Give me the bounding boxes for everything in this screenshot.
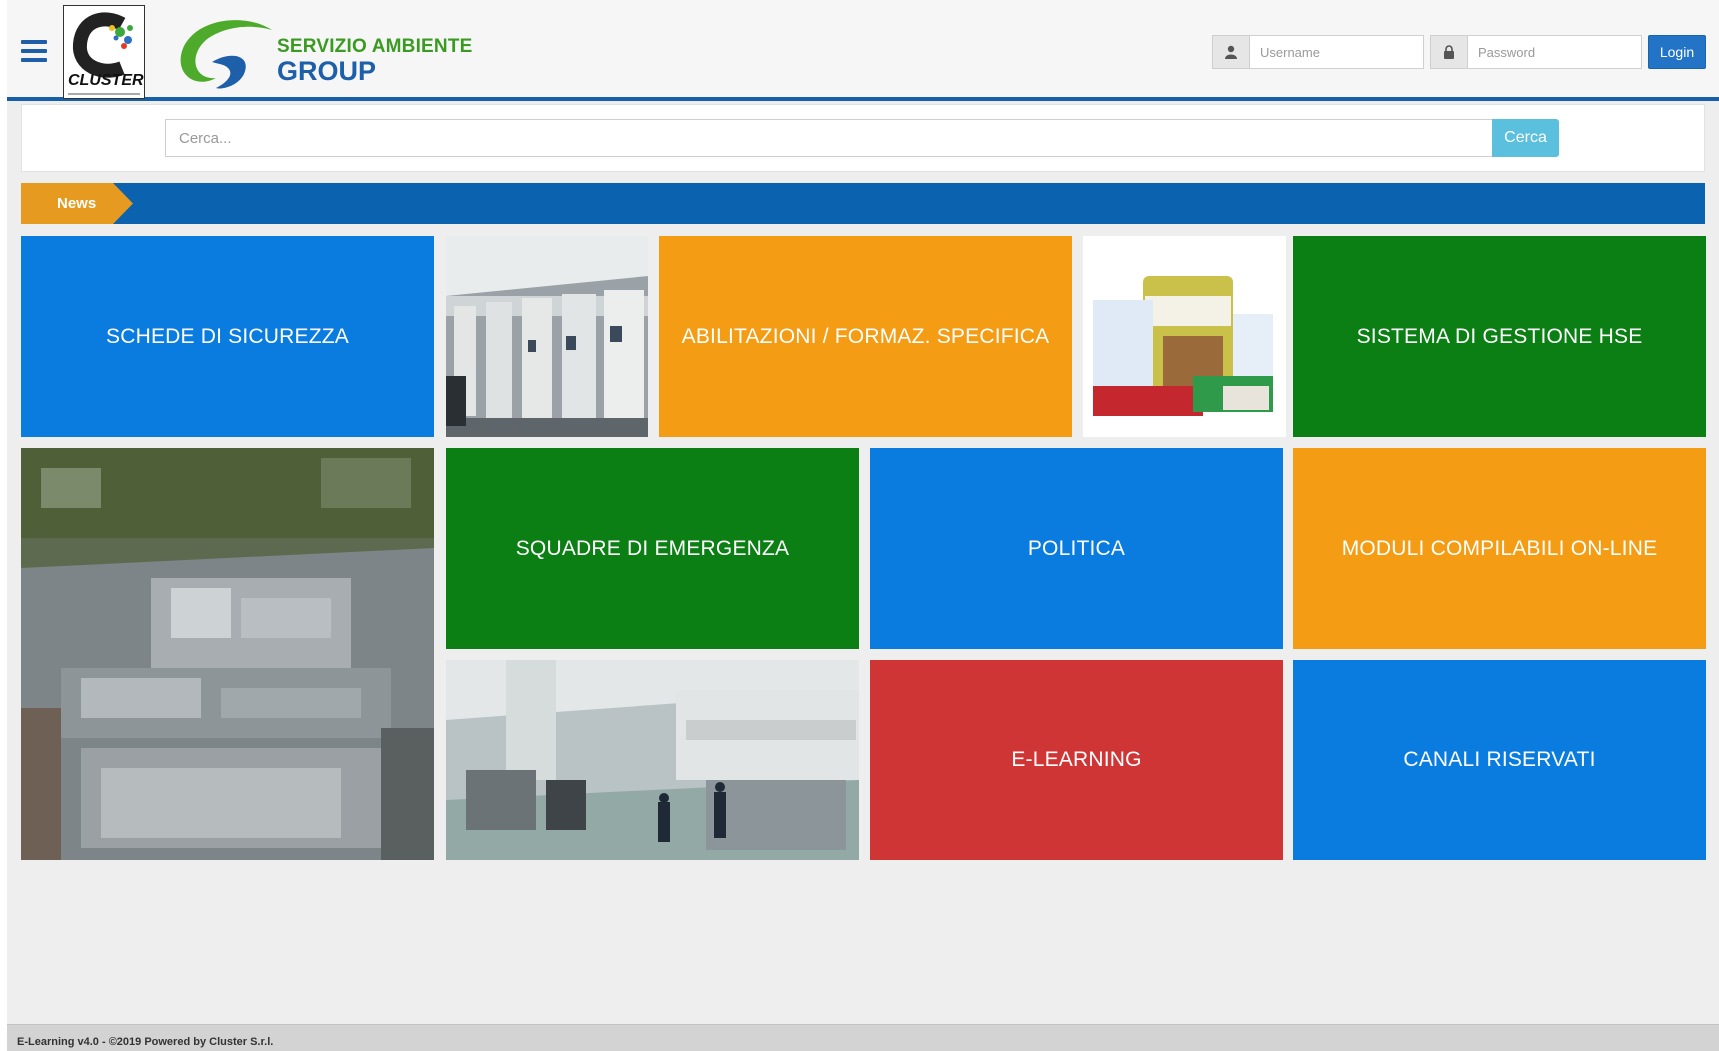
login-button[interactable]: Login [1648,35,1706,69]
tile-sistema-di-gestione-hse[interactable]: SISTEMA DI GESTIONE HSE [1293,236,1706,437]
footer-text: E-Learning v4.0 - ©2019 Powered by Clust… [17,1036,274,1048]
tile-politica[interactable]: POLITICA [870,448,1283,649]
tile-e-learning[interactable]: E-LEARNING [870,660,1283,860]
header: CLUSTER SERVIZIO AMBIENTE GROUP Login [7,0,1719,101]
lock-icon [1430,35,1468,69]
search-panel: Cerca [21,104,1705,172]
production-floor-image[interactable] [446,660,859,860]
tile-moduli-compilabili-on-line[interactable]: MODULI COMPILABILI ON-LINE [1293,448,1706,649]
food-products-image[interactable] [1083,236,1286,437]
cluster-logo[interactable]: CLUSTER [63,5,145,99]
hamburger-icon[interactable] [21,40,47,62]
factory-machines-image[interactable] [446,236,648,437]
servizio-ambiente-logo[interactable]: SERVIZIO AMBIENTE GROUP [172,16,492,90]
brand-swoosh-icon [180,20,272,89]
tile-squadre-di-emergenza[interactable]: SQUADRE DI EMERGENZA [446,448,859,649]
password-input[interactable] [1467,35,1642,69]
tile-abilitazioni-formaz-specifica[interactable]: ABILITAZIONI / FORMAZ. SPECIFICA [659,236,1072,437]
cluster-logo-text: CLUSTER [68,72,144,89]
password-group [1430,35,1642,69]
search-input[interactable] [165,119,1493,157]
tile-schede-di-sicurezza[interactable]: SCHEDE DI SICUREZZA [21,236,434,437]
user-icon [1212,35,1250,69]
aerial-plant-image[interactable] [21,448,434,860]
tile-canali-riservati[interactable]: CANALI RISERVATI [1293,660,1706,860]
search-button[interactable]: Cerca [1492,119,1559,157]
page: CLUSTER SERVIZIO AMBIENTE GROUP Login [7,0,1719,1051]
footer: E-Learning v4.0 - ©2019 Powered by Clust… [7,1024,1719,1051]
brand-name-line1: SERVIZIO AMBIENTE [277,36,473,57]
news-bar: News [21,183,1705,224]
username-group [1212,35,1434,69]
news-tag[interactable]: News [21,183,133,224]
username-input[interactable] [1249,35,1424,69]
brand-name-line2: GROUP [277,56,377,86]
